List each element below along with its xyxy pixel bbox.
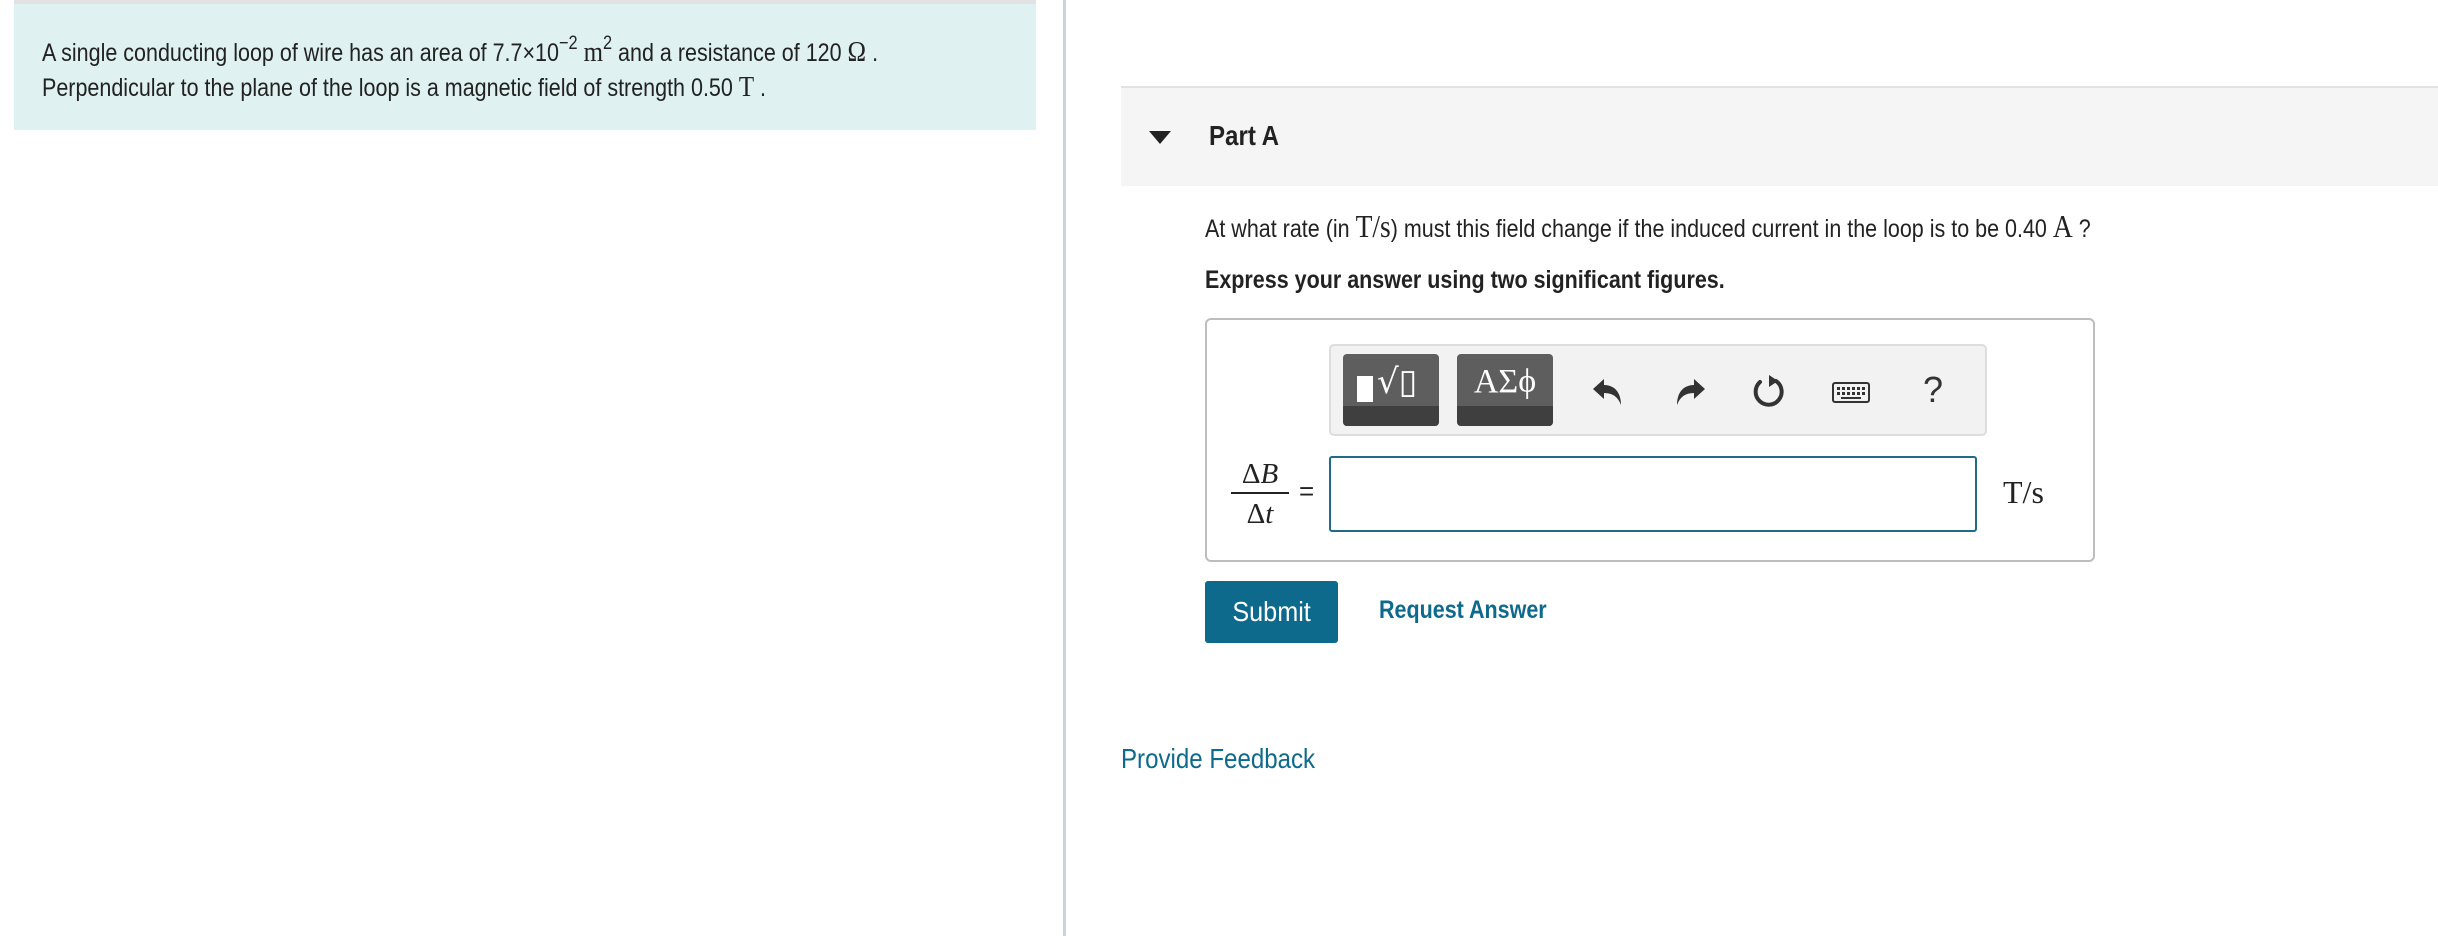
- answer-instructions: Express your answer using two significan…: [1205, 266, 1725, 294]
- tesla-unit: T: [738, 71, 755, 103]
- submit-button[interactable]: Submit: [1205, 581, 1338, 643]
- question-end: ?: [2072, 215, 2091, 243]
- variable-fraction: ΔB Δt: [1231, 458, 1289, 530]
- area-text: A single conducting loop of wire has an …: [42, 39, 559, 67]
- part-a-header[interactable]: Part A: [1121, 86, 2438, 186]
- keyboard-icon[interactable]: [1829, 370, 1873, 414]
- reset-icon[interactable]: [1747, 370, 1791, 414]
- submit-label: Submit: [1232, 596, 1311, 627]
- undo-icon[interactable]: [1587, 370, 1631, 414]
- ohm-unit: Ω: [847, 36, 867, 68]
- answer-input[interactable]: [1329, 456, 1977, 532]
- resistance-text: and a resistance of 120: [612, 39, 848, 67]
- line2-end: .: [754, 74, 767, 102]
- answer-box: √▯ ΑΣϕ ? ΔB Δt = T/s: [1205, 318, 2095, 562]
- pane-divider[interactable]: [1063, 0, 1066, 936]
- line1-end: .: [866, 39, 879, 67]
- sqrt-template-icon: √▯: [1377, 362, 1418, 402]
- problem-line-2: Perpendicular to the plane of the loop i…: [42, 72, 884, 103]
- fraction-bar: [1231, 492, 1289, 494]
- fraction-denominator: Δt: [1246, 498, 1274, 530]
- request-answer-link[interactable]: Request Answer: [1379, 596, 1574, 625]
- equals-sign: =: [1299, 476, 1315, 506]
- math-toolbar: √▯ ΑΣϕ ?: [1329, 344, 1987, 436]
- answer-unit: T/s: [2003, 474, 2044, 510]
- rate-unit: T/s: [1355, 208, 1391, 244]
- question-pre: At what rate (in: [1205, 215, 1356, 243]
- problem-pane: A single conducting loop of wire has an …: [0, 0, 1063, 936]
- area-unit: m: [583, 36, 603, 68]
- redo-icon[interactable]: [1667, 370, 1711, 414]
- question-text: At what rate (in T/s) must this field ch…: [1205, 208, 2235, 247]
- symbols-button[interactable]: ΑΣϕ: [1457, 354, 1553, 426]
- area-unit-exponent: 2: [602, 32, 613, 54]
- problem-line-1: A single conducting loop of wire has an …: [42, 34, 1014, 68]
- part-title[interactable]: Part A: [1209, 120, 1290, 152]
- area-exponent: −2: [558, 32, 578, 54]
- help-icon[interactable]: ?: [1911, 368, 1955, 412]
- symbols-label: ΑΣϕ: [1473, 363, 1537, 400]
- templates-button[interactable]: √▯: [1343, 354, 1439, 426]
- fraction-numerator: ΔB: [1241, 458, 1279, 490]
- field-text: Perpendicular to the plane of the loop i…: [42, 74, 739, 102]
- current-unit: A: [2052, 208, 2073, 244]
- collapse-triangle-icon[interactable]: [1149, 131, 1171, 144]
- question-mid: ) must this field change if the induced …: [1390, 215, 2053, 243]
- problem-statement: A single conducting loop of wire has an …: [14, 4, 1036, 130]
- provide-feedback-link[interactable]: Provide Feedback: [1121, 743, 1347, 775]
- templates-icon: [1357, 376, 1373, 402]
